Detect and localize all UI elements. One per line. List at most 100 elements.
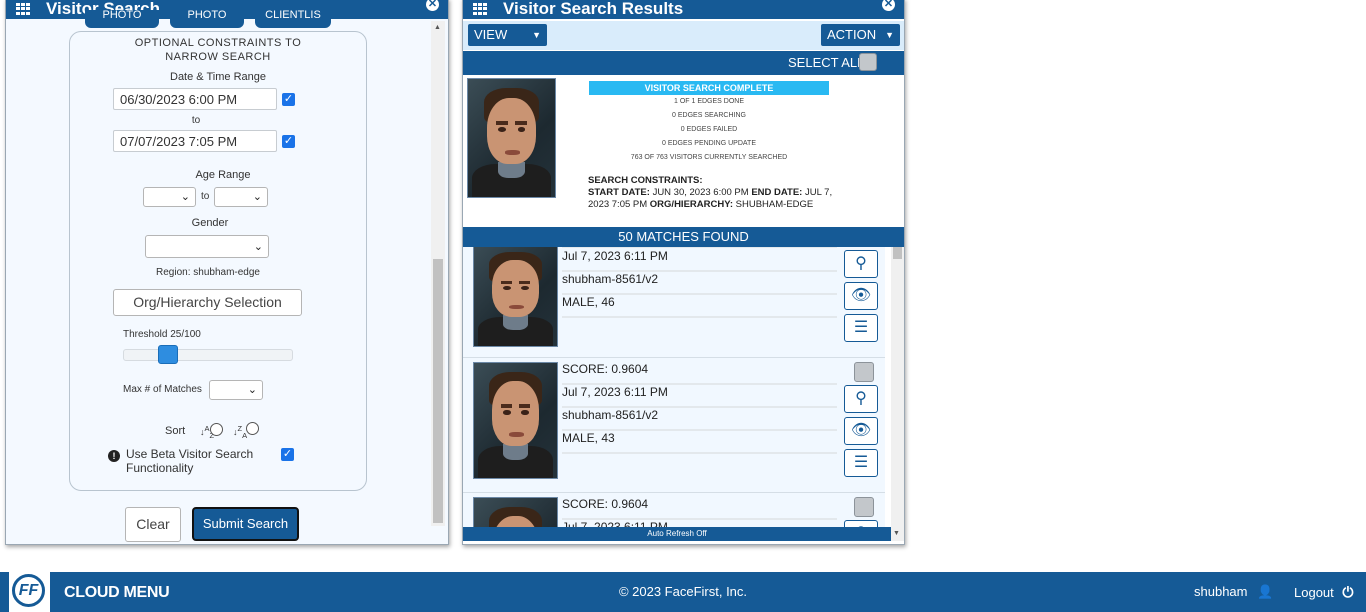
threshold-slider[interactable] xyxy=(123,345,293,364)
sort-label: Sort xyxy=(165,425,186,437)
match-demographics: MALE, 43 xyxy=(562,431,837,454)
photo-tab-button-2[interactable]: PHOTO xyxy=(170,10,244,28)
org-hierarchy-button[interactable]: Org/Hierarchy Selection xyxy=(113,289,302,316)
caret-down-icon: ▼ xyxy=(532,30,541,40)
age-max-select[interactable]: ⌄ xyxy=(214,187,268,207)
max-matches-label: Max # of Matches xyxy=(123,384,202,395)
age-min-select[interactable]: ⌄ xyxy=(143,187,196,207)
copyright-text: © 2023 FaceFirst, Inc. xyxy=(618,584,748,599)
status-edges-pending: 0 EDGES PENDING UPDATE xyxy=(661,140,756,147)
visitor-search-results-panel: Visitor Search Results ✕ VIEW ▼ ACTION ▼ S… xyxy=(462,0,905,545)
menu-list-icon[interactable]: ☰ xyxy=(844,314,878,342)
optional-constraints-box: OPTIONAL CONSTRAINTS TO NARROW SEARCH Da… xyxy=(69,31,367,491)
caret-down-icon: ▼ xyxy=(885,30,894,40)
power-icon: ⏻ xyxy=(1342,584,1354,600)
match-select-checkbox[interactable] xyxy=(854,497,874,517)
eye-icon[interactable]: 👁 xyxy=(844,282,878,310)
gender-select[interactable]: ⌄ xyxy=(145,235,269,258)
threshold-label: Threshold 25/100 xyxy=(123,329,201,340)
match-face-image xyxy=(473,497,558,529)
chevron-down-icon: ⌄ xyxy=(247,384,257,396)
start-date-checkbox[interactable]: ✓ xyxy=(282,93,295,106)
beta-search-label: Use Beta Visitor Search Functionality xyxy=(126,447,254,475)
age-range-label: Age Range xyxy=(195,169,251,181)
scroll-down-arrow-icon[interactable]: ▼ xyxy=(893,530,900,537)
username-label: shubham xyxy=(1194,584,1248,599)
map-pin-icon[interactable]: ⚲ xyxy=(844,385,878,413)
region-label: Region: shubham-edge xyxy=(156,267,260,278)
photo-tab-button[interactable]: PHOTO xyxy=(85,10,159,28)
match-datetime: Jul 7, 2023 6:11 PM xyxy=(562,385,837,408)
map-pin-icon[interactable]: ⚲ xyxy=(844,250,878,278)
constraints-title: OPTIONAL CONSTRAINTS TO NARROW SEARCH xyxy=(134,37,302,63)
results-header: Visitor Search Results ✕ xyxy=(463,0,904,19)
submit-search-button[interactable]: Submit Search xyxy=(192,507,299,541)
user-menu[interactable]: shubham 👤 xyxy=(1194,584,1273,600)
footer-bar: FF CLOUD MENU © 2023 FaceFirst, Inc. shu… xyxy=(0,572,1366,612)
date-to-label: to xyxy=(191,115,201,126)
results-scrollbar[interactable]: ▼ xyxy=(891,247,904,541)
result-row[interactable]: Jul 7, 2023 6:11 PM shubham-8561/v2 MALE… xyxy=(463,247,885,358)
match-score: SCORE: 0.9604 xyxy=(562,497,837,520)
results-scrollbar-thumb[interactable] xyxy=(893,247,902,259)
probe-face-image xyxy=(467,78,556,198)
sort-descending-radio[interactable] xyxy=(246,422,259,435)
clear-button[interactable]: Clear xyxy=(125,507,181,542)
match-score: SCORE: 0.9604 xyxy=(562,362,837,385)
user-icon: 👤 xyxy=(1257,584,1274,599)
match-camera: shubham-8561/v2 xyxy=(562,408,837,431)
gender-label: Gender xyxy=(191,217,229,229)
close-icon[interactable]: ✕ xyxy=(426,0,439,11)
result-row[interactable]: SCORE: 0.9604 Jul 7, 2023 6:11 PM ⚲ xyxy=(463,493,885,529)
action-dropdown-button[interactable]: ACTION ▼ xyxy=(821,24,900,46)
visitor-search-panel: Visitor Search ✕ PHOTO PHOTO CLIENTLIS O… xyxy=(5,0,449,545)
logout-label: Logout xyxy=(1294,585,1334,600)
match-face-image xyxy=(473,247,558,347)
match-demographics: MALE, 46 xyxy=(562,295,837,318)
beta-search-checkbox[interactable]: ✓ xyxy=(281,448,294,461)
search-constraints-text: SEARCH CONSTRAINTS: START DATE: JUN 30, … xyxy=(588,175,833,210)
scroll-up-arrow-icon[interactable]: ▲ xyxy=(434,24,441,31)
threshold-slider-handle[interactable] xyxy=(158,345,178,364)
match-score xyxy=(562,247,837,248)
match-face-image xyxy=(473,362,558,479)
sort-descending-icon: ↓ZA xyxy=(233,424,248,440)
select-all-label: SELECT ALL xyxy=(788,55,865,70)
sort-ascending-radio[interactable] xyxy=(210,423,223,436)
search-complete-banner: VISITOR SEARCH COMPLETE xyxy=(589,81,829,95)
result-row[interactable]: SCORE: 0.9604 Jul 7, 2023 6:11 PM shubha… xyxy=(463,358,885,493)
age-to-label: to xyxy=(201,191,210,202)
end-date-checkbox[interactable]: ✓ xyxy=(282,135,295,148)
status-edges-failed: 0 EDGES FAILED xyxy=(680,126,738,133)
logout-button[interactable]: Logout ⏻ xyxy=(1294,584,1353,601)
status-edges-done: 1 OF 1 EDGES DONE xyxy=(673,98,745,105)
status-visitors-searched: 763 OF 763 VISITORS CURRENTLY SEARCHED xyxy=(630,154,788,161)
status-edges-searching: 0 EDGES SEARCHING xyxy=(672,112,746,119)
info-alert-icon: ! xyxy=(108,450,120,462)
max-matches-select[interactable]: ⌄ xyxy=(209,380,263,400)
chevron-down-icon: ⌄ xyxy=(252,191,262,203)
apps-grid-icon[interactable] xyxy=(473,3,487,15)
menu-list-icon[interactable]: ☰ xyxy=(844,449,878,477)
clientlist-tab-button[interactable]: CLIENTLIS xyxy=(255,10,331,28)
close-icon[interactable]: ✕ xyxy=(882,0,895,11)
date-time-range-label: Date & Time Range xyxy=(170,71,266,83)
panel-title: Visitor Search Results xyxy=(503,0,684,18)
select-all-bar: SELECT ALL xyxy=(463,51,904,75)
end-date-input[interactable]: 07/07/2023 7:05 PM xyxy=(113,130,277,152)
match-camera: shubham-8561/v2 xyxy=(562,272,837,295)
eye-icon[interactable]: 👁 xyxy=(844,417,878,445)
match-select-checkbox[interactable] xyxy=(854,362,874,382)
auto-refresh-bar[interactable]: Auto Refresh Off xyxy=(463,527,891,541)
view-dropdown-button[interactable]: VIEW ▼ xyxy=(468,24,547,46)
left-scrollbar[interactable]: ▲ xyxy=(431,21,445,526)
results-list[interactable]: Jul 7, 2023 6:11 PM shubham-8561/v2 MALE… xyxy=(463,247,891,529)
left-scrollbar-thumb[interactable] xyxy=(433,259,443,523)
select-all-checkbox[interactable] xyxy=(859,53,877,71)
apps-grid-icon[interactable] xyxy=(16,3,30,15)
start-date-input[interactable]: 06/30/2023 6:00 PM xyxy=(113,88,277,110)
search-summary: VISITOR SEARCH COMPLETE 1 OF 1 EDGES DON… xyxy=(463,75,904,227)
results-toolbar: VIEW ▼ ACTION ▼ xyxy=(463,21,904,50)
chevron-down-icon: ⌄ xyxy=(253,241,263,253)
matches-found-bar: 50 MATCHES FOUND xyxy=(463,227,904,247)
